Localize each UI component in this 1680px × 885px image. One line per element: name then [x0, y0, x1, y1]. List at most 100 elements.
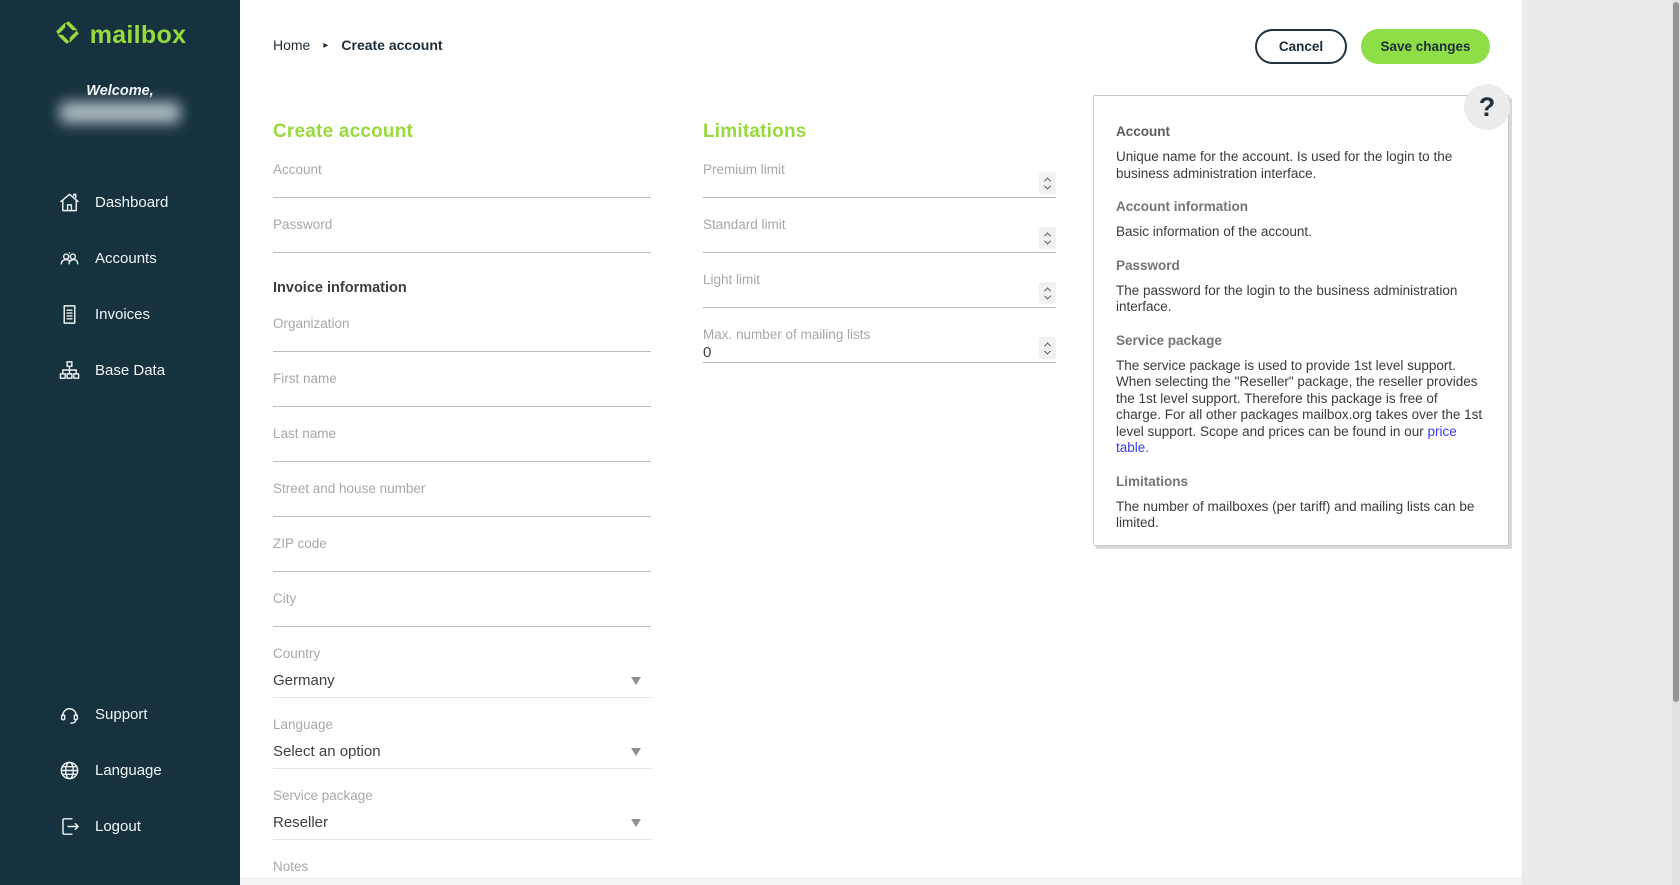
globe-icon: [58, 759, 81, 782]
mailing-lists-label: Max. number of mailing lists: [703, 326, 1056, 343]
stepper-down-icon[interactable]: [1044, 292, 1051, 299]
sidebar-item-label: Dashboard: [95, 194, 168, 211]
zip-code-field: ZIP code: [273, 535, 651, 572]
help-section-title: Account: [1116, 124, 1486, 139]
first-name-field: First name: [273, 370, 651, 407]
sidebar-item-base-data[interactable]: Base Data: [0, 342, 240, 398]
sidebar-footer-nav: Support Language Logout: [0, 686, 240, 854]
language-label: Language: [273, 716, 651, 733]
create-account-form: Create account Account Password Invoice …: [273, 121, 651, 885]
service-package-label: Service package: [273, 787, 651, 804]
create-account-title: Create account: [273, 121, 651, 143]
mailing-lists-input[interactable]: [703, 343, 1056, 362]
language-selected-value: Select an option: [273, 742, 651, 762]
account-field: Account: [273, 161, 651, 198]
premium-limit-stepper[interactable]: [1039, 172, 1056, 194]
help-section-body: The number of mailboxes (per tariff) and…: [1116, 499, 1486, 532]
mailing-lists-stepper[interactable]: [1039, 337, 1056, 359]
account-label: Account: [273, 161, 651, 178]
first-name-label: First name: [273, 370, 651, 387]
limitations-form: Limitations Premium limit Standard limit…: [703, 121, 1056, 363]
sidebar-item-label: Logout: [95, 818, 141, 835]
notes-label: Notes: [273, 858, 651, 875]
help-button[interactable]: ?: [1464, 84, 1510, 130]
sidebar-item-logout[interactable]: Logout: [0, 798, 240, 854]
mailbox-logo-icon: [54, 19, 81, 51]
organization-input[interactable]: [273, 332, 651, 351]
user-name-blurred: [60, 102, 180, 123]
invoice-icon: [58, 303, 81, 326]
password-label: Password: [273, 216, 651, 233]
light-limit-field: Light limit: [703, 271, 1056, 308]
service-package-select[interactable]: Reseller: [273, 813, 651, 840]
scrollbar-thumb[interactable]: [1673, 2, 1679, 702]
organization-label: Organization: [273, 315, 651, 332]
help-section-title: Service package: [1116, 333, 1486, 348]
password-field: Password: [273, 216, 651, 253]
last-name-label: Last name: [273, 425, 651, 442]
standard-limit-stepper[interactable]: [1039, 227, 1056, 249]
help-section-body: Unique name for the account. Is used for…: [1116, 149, 1486, 182]
sidebar-item-support[interactable]: Support: [0, 686, 240, 742]
city-field: City: [273, 590, 651, 627]
light-limit-stepper[interactable]: [1039, 282, 1056, 304]
sidebar-nav: Dashboard Accounts Invoices Base Data: [0, 174, 240, 398]
zip-code-input[interactable]: [273, 552, 651, 571]
street-input[interactable]: [273, 497, 651, 516]
sidebar-item-label: Base Data: [95, 362, 165, 379]
street-label: Street and house number: [273, 480, 651, 497]
mailbox-logo[interactable]: mailbox: [0, 19, 240, 51]
service-package-field: Service package Reseller: [273, 787, 651, 840]
help-section-body: The service package is used to provide 1…: [1116, 358, 1486, 457]
premium-limit-input[interactable]: [703, 178, 1056, 197]
sidebar-item-label: Support: [95, 706, 148, 723]
sidebar-item-invoices[interactable]: Invoices: [0, 286, 240, 342]
sidebar-item-label: Language: [95, 762, 162, 779]
sidebar-item-dashboard[interactable]: Dashboard: [0, 174, 240, 230]
help-panel: Account Unique name for the account. Is …: [1093, 95, 1509, 546]
language-field: Language Select an option: [273, 716, 651, 769]
last-name-field: Last name: [273, 425, 651, 462]
country-label: Country: [273, 645, 651, 662]
light-limit-input[interactable]: [703, 288, 1056, 307]
zip-code-label: ZIP code: [273, 535, 651, 552]
city-label: City: [273, 590, 651, 607]
users-icon: [58, 247, 81, 270]
welcome-text: Welcome,: [0, 83, 240, 99]
cancel-button[interactable]: Cancel: [1255, 29, 1347, 64]
help-section-title: Password: [1116, 258, 1486, 273]
standard-limit-field: Standard limit: [703, 216, 1056, 253]
help-section-title: Limitations: [1116, 474, 1486, 489]
sitemap-icon: [58, 359, 81, 382]
stepper-down-icon[interactable]: [1044, 182, 1051, 189]
last-name-input[interactable]: [273, 442, 651, 461]
first-name-input[interactable]: [273, 387, 651, 406]
country-selected-value: Germany: [273, 671, 651, 691]
save-changes-button[interactable]: Save changes: [1361, 29, 1490, 64]
invoice-information-heading: Invoice information: [273, 279, 651, 297]
country-select[interactable]: Germany: [273, 671, 651, 698]
standard-limit-label: Standard limit: [703, 216, 1056, 233]
vertical-scrollbar[interactable]: [1672, 0, 1680, 885]
country-field: Country Germany: [273, 645, 651, 698]
stepper-down-icon[interactable]: [1044, 347, 1051, 354]
light-limit-label: Light limit: [703, 271, 1056, 288]
headset-icon: [58, 703, 81, 726]
stepper-down-icon[interactable]: [1044, 237, 1051, 244]
standard-limit-input[interactable]: [703, 233, 1056, 252]
language-select[interactable]: Select an option: [273, 742, 651, 769]
breadcrumb: Home ▸ Create account: [273, 37, 443, 53]
notes-field: Notes: [273, 858, 651, 885]
city-input[interactable]: [273, 607, 651, 626]
account-input[interactable]: [273, 178, 651, 197]
password-input[interactable]: [273, 233, 651, 252]
sidebar-item-language[interactable]: Language: [0, 742, 240, 798]
mailing-lists-field: Max. number of mailing lists: [703, 326, 1056, 363]
chevron-down-icon: [631, 748, 641, 756]
sidebar: mailbox Welcome, Dashboard Accounts Invo…: [0, 0, 240, 885]
sidebar-item-accounts[interactable]: Accounts: [0, 230, 240, 286]
organization-field: Organization: [273, 315, 651, 352]
premium-limit-label: Premium limit: [703, 161, 1056, 178]
help-section-body: The password for the login to the busine…: [1116, 283, 1486, 316]
breadcrumb-home-link[interactable]: Home: [273, 37, 310, 53]
